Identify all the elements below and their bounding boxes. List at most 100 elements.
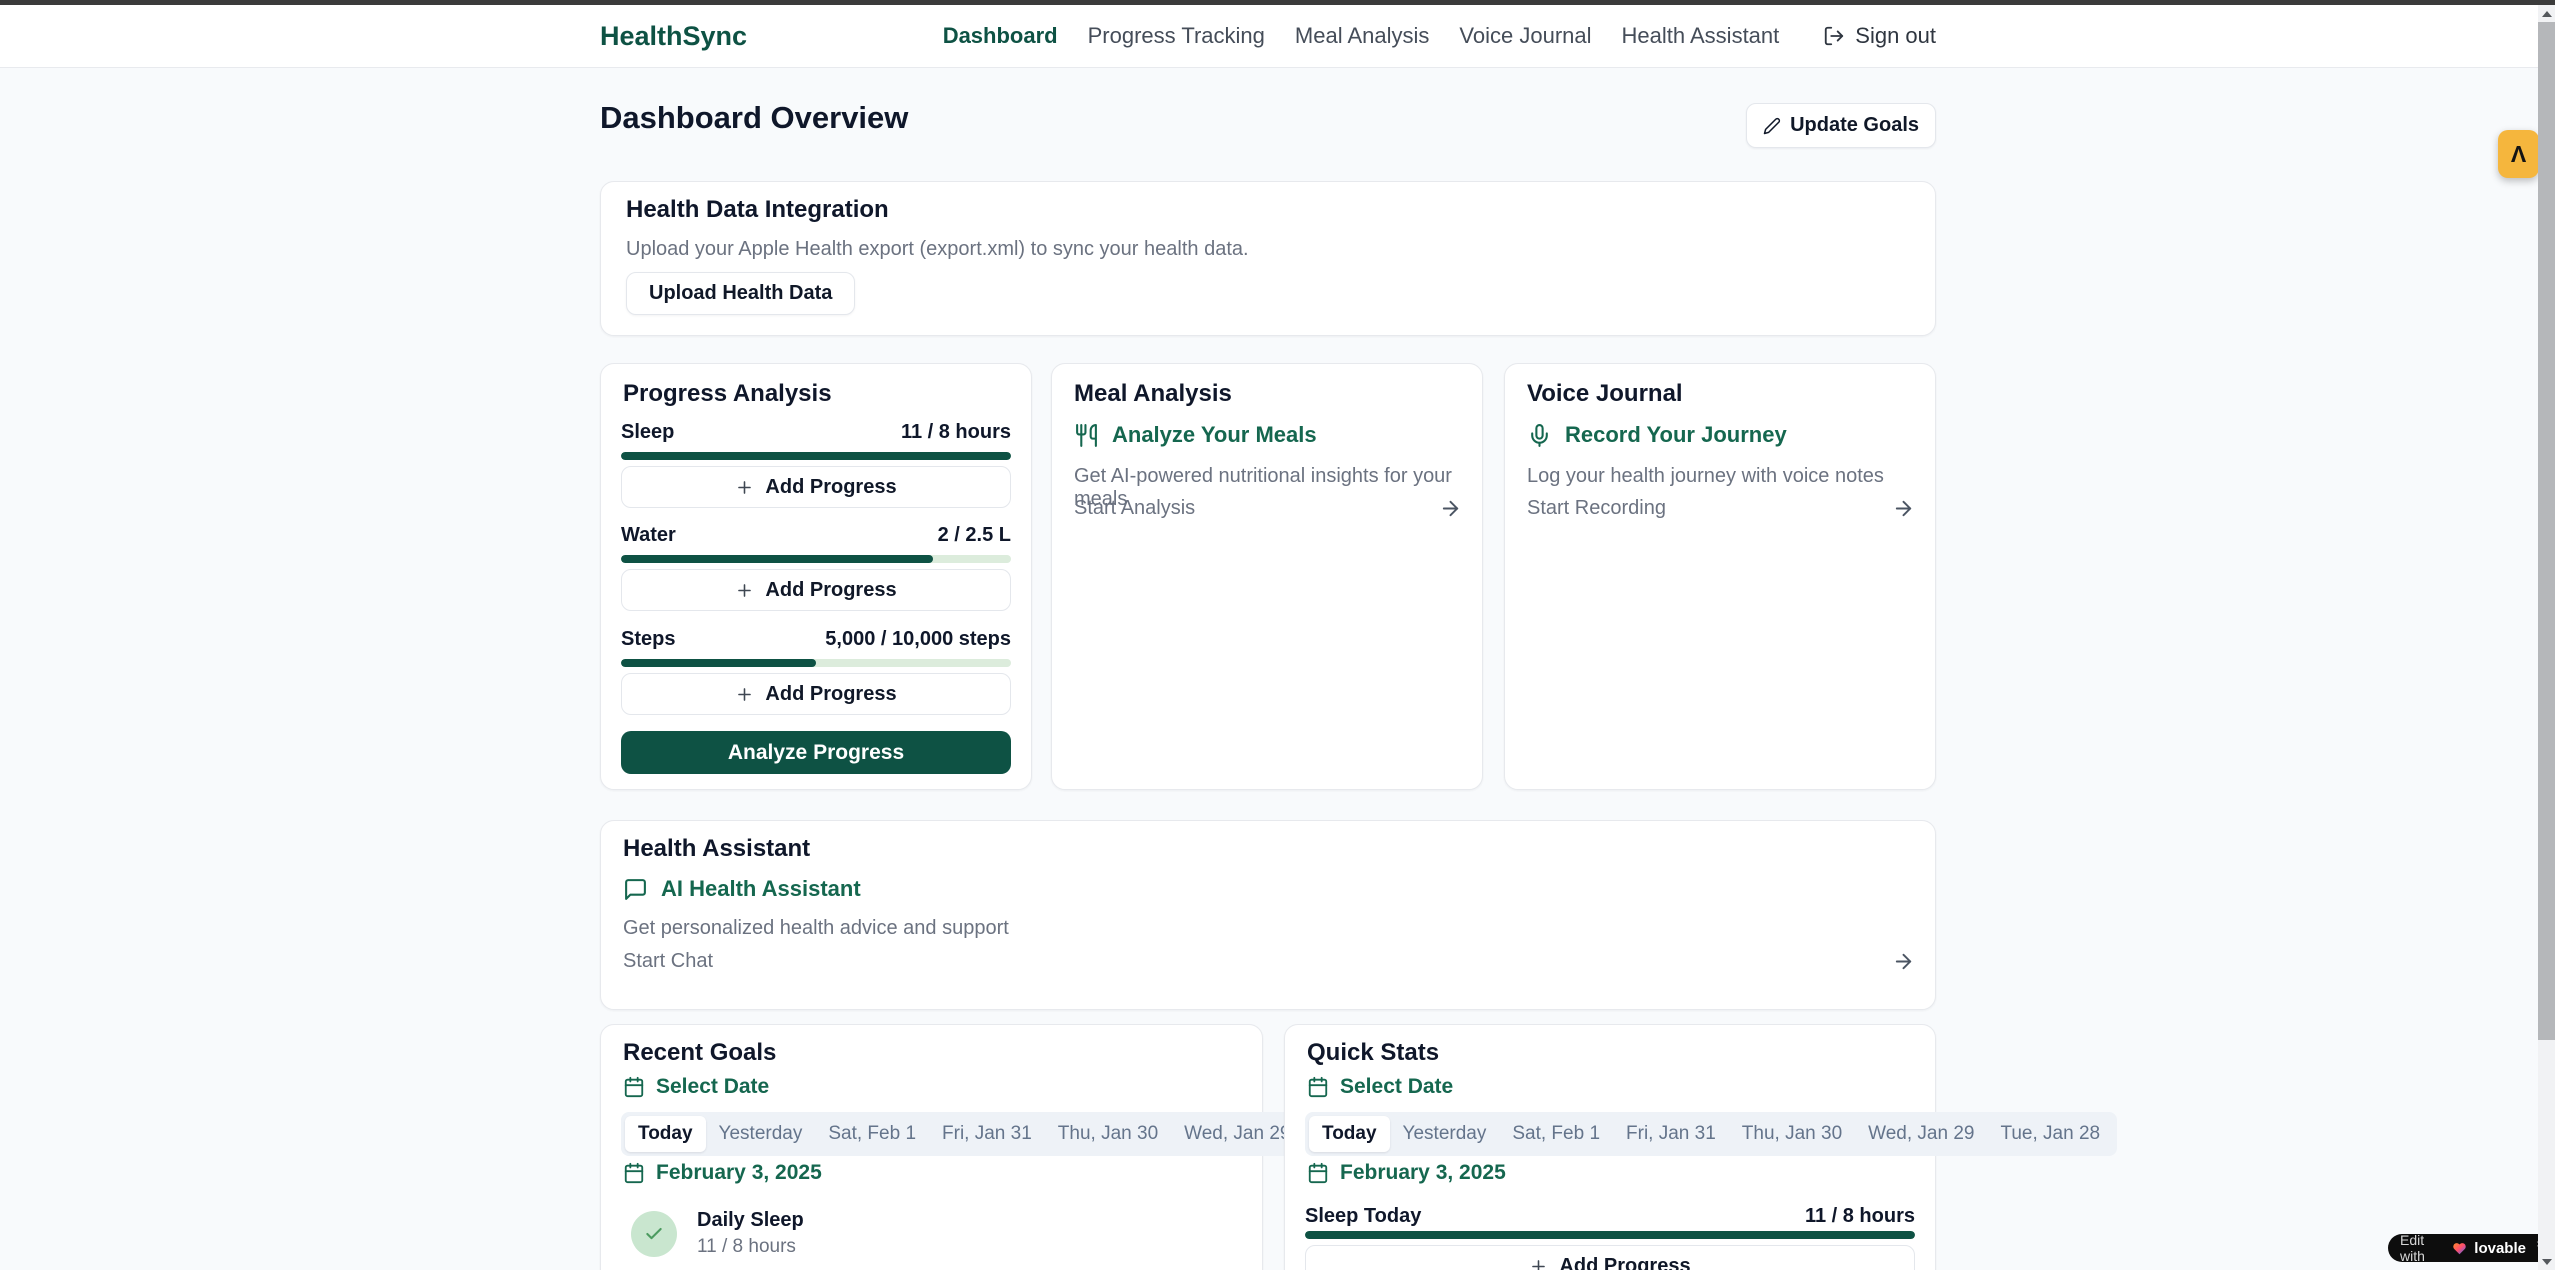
- main-nav: Dashboard Progress Tracking Meal Analysi…: [943, 5, 1936, 67]
- health-assistant-card: Health Assistant AI Health Assistant Get…: [600, 820, 1936, 1010]
- heart-icon: [2452, 1241, 2467, 1255]
- add-progress-label: Add Progress: [1559, 1255, 1690, 1270]
- nav-voice-journal[interactable]: Voice Journal: [1459, 23, 1591, 49]
- card-title: Health Data Integration: [626, 196, 889, 224]
- plus-icon: [735, 478, 754, 497]
- sign-out-label: Sign out: [1855, 23, 1936, 49]
- add-water-progress-button[interactable]: Add Progress: [621, 569, 1011, 611]
- link-label: Analyze Your Meals: [1112, 422, 1317, 448]
- water-progress-bar: [621, 555, 1011, 563]
- plus-icon: [735, 685, 754, 704]
- tab-thu-jan-30[interactable]: Thu, Jan 30: [1729, 1116, 1855, 1152]
- nav-meal-analysis[interactable]: Meal Analysis: [1295, 23, 1430, 49]
- tab-sat-feb-1[interactable]: Sat, Feb 1: [1499, 1116, 1613, 1152]
- sign-out-button[interactable]: Sign out: [1823, 23, 1936, 49]
- water-progress-fill: [621, 555, 933, 563]
- recent-goals-card: Recent Goals Select Date Today Yesterday…: [600, 1024, 1263, 1270]
- microphone-icon: [1527, 423, 1552, 448]
- log-out-icon: [1823, 25, 1845, 47]
- meal-analysis-card: Meal Analysis Analyze Your Meals Get AI-…: [1051, 363, 1483, 790]
- metric-label: Steps: [621, 628, 675, 651]
- utensils-icon: [1074, 423, 1099, 448]
- metric-value: 5,000 / 10,000 steps: [825, 628, 1011, 651]
- ai-health-assistant-link[interactable]: AI Health Assistant: [623, 876, 861, 902]
- check-icon: [644, 1224, 664, 1244]
- selected-date-button[interactable]: February 3, 2025: [623, 1161, 822, 1185]
- select-date-button[interactable]: Select Date: [623, 1075, 769, 1099]
- selected-date-button[interactable]: February 3, 2025: [1307, 1161, 1506, 1185]
- tab-sat-feb-1[interactable]: Sat, Feb 1: [815, 1116, 929, 1152]
- link-label: Record Your Journey: [1565, 422, 1787, 448]
- steps-progress-bar: [621, 659, 1011, 667]
- upload-health-data-button[interactable]: Upload Health Data: [626, 272, 855, 315]
- tab-wed-jan-29[interactable]: Wed, Jan 29: [1855, 1116, 1987, 1152]
- quick-stats-card: Quick Stats Select Date Today Yesterday …: [1284, 1024, 1936, 1270]
- action-label: Start Analysis: [1074, 497, 1195, 520]
- assistant-description: Get personalized health advice and suppo…: [623, 917, 1913, 940]
- scrollbar-down-button[interactable]: [2538, 1253, 2555, 1270]
- add-progress-label: Add Progress: [765, 476, 896, 499]
- health-data-integration-card: Health Data Integration Upload your Appl…: [600, 181, 1936, 336]
- nav-health-assistant[interactable]: Health Assistant: [1622, 23, 1780, 49]
- analyze-progress-button[interactable]: Analyze Progress: [621, 731, 1011, 774]
- plus-icon: [1529, 1257, 1548, 1270]
- tab-yesterday[interactable]: Yesterday: [706, 1116, 816, 1152]
- scrollbar-up-button[interactable]: [2538, 5, 2555, 22]
- sleep-metric-row: Sleep 11 / 8 hours: [621, 421, 1011, 444]
- metric-value: 11 / 8 hours: [901, 421, 1011, 444]
- tab-thu-jan-30[interactable]: Thu, Jan 30: [1045, 1116, 1171, 1152]
- selected-date-label: February 3, 2025: [656, 1161, 822, 1185]
- add-steps-progress-button[interactable]: Add Progress: [621, 673, 1011, 715]
- update-goals-label: Update Goals: [1790, 114, 1919, 137]
- select-date-label: Select Date: [656, 1075, 769, 1099]
- voice-journal-card: Voice Journal Record Your Journey Log yo…: [1504, 363, 1936, 790]
- start-chat-action[interactable]: Start Chat: [623, 950, 1915, 973]
- card-title: Meal Analysis: [1074, 380, 1232, 408]
- start-analysis-action[interactable]: Start Analysis: [1074, 497, 1462, 520]
- progress-analysis-card: Progress Analysis Sleep 11 / 8 hours Add…: [600, 363, 1032, 790]
- add-progress-button[interactable]: Add Progress: [1305, 1245, 1915, 1270]
- tab-today[interactable]: Today: [1309, 1116, 1390, 1152]
- arrow-right-icon: [1892, 950, 1915, 973]
- calendar-icon: [623, 1076, 645, 1098]
- healthsync-app: HealthSync Dashboard Progress Tracking M…: [0, 0, 2555, 1270]
- metric-label: Water: [621, 524, 676, 547]
- add-sleep-progress-button[interactable]: Add Progress: [621, 466, 1011, 508]
- date-tabs: Today Yesterday Sat, Feb 1 Fri, Jan 31 T…: [1305, 1112, 2117, 1156]
- tab-tue-jan-28[interactable]: Tue, Jan 28: [1987, 1116, 2113, 1152]
- tab-yesterday[interactable]: Yesterday: [1390, 1116, 1500, 1152]
- nav-progress-tracking[interactable]: Progress Tracking: [1088, 23, 1265, 49]
- metric-label: Sleep Today: [1305, 1205, 1421, 1228]
- page-title: Dashboard Overview: [600, 100, 908, 136]
- tab-fri-jan-31[interactable]: Fri, Jan 31: [929, 1116, 1045, 1152]
- arrow-down-icon: [2542, 1259, 2552, 1265]
- add-progress-label: Add Progress: [765, 579, 896, 602]
- sleep-today-progress-fill: [1305, 1231, 1915, 1239]
- goal-name: Daily Sleep: [697, 1209, 804, 1232]
- steps-metric-row: Steps 5,000 / 10,000 steps: [621, 628, 1011, 651]
- tab-fri-jan-31[interactable]: Fri, Jan 31: [1613, 1116, 1729, 1152]
- card-title: Health Assistant: [623, 835, 810, 863]
- sleep-today-progress-bar: [1305, 1231, 1915, 1239]
- add-progress-label: Add Progress: [765, 683, 896, 706]
- update-goals-button[interactable]: Update Goals: [1746, 103, 1936, 148]
- card-title: Progress Analysis: [623, 380, 832, 408]
- record-your-journey-link[interactable]: Record Your Journey: [1527, 422, 1787, 448]
- select-date-label: Select Date: [1340, 1075, 1453, 1099]
- lovable-floating-button[interactable]: Λ: [2498, 130, 2539, 178]
- goal-text: Daily Sleep 11 / 8 hours: [697, 1209, 804, 1258]
- steps-progress-fill: [621, 659, 816, 667]
- tab-today[interactable]: Today: [625, 1116, 706, 1152]
- scrollbar-thumb[interactable]: [2538, 22, 2555, 1040]
- app-logo[interactable]: HealthSync: [600, 5, 747, 67]
- card-title: Voice Journal: [1527, 380, 1683, 408]
- start-recording-action[interactable]: Start Recording: [1527, 497, 1915, 520]
- voice-description: Log your health journey with voice notes: [1527, 465, 1913, 488]
- card-title: Recent Goals: [623, 1039, 776, 1067]
- selected-date-label: February 3, 2025: [1340, 1161, 1506, 1185]
- edit-with-lovable-badge[interactable]: Edit with lovable ×: [2388, 1234, 2555, 1262]
- nav-dashboard[interactable]: Dashboard: [943, 23, 1058, 49]
- analyze-your-meals-link[interactable]: Analyze Your Meals: [1074, 422, 1317, 448]
- select-date-button[interactable]: Select Date: [1307, 1075, 1453, 1099]
- goal-value: 11 / 8 hours: [697, 1236, 804, 1258]
